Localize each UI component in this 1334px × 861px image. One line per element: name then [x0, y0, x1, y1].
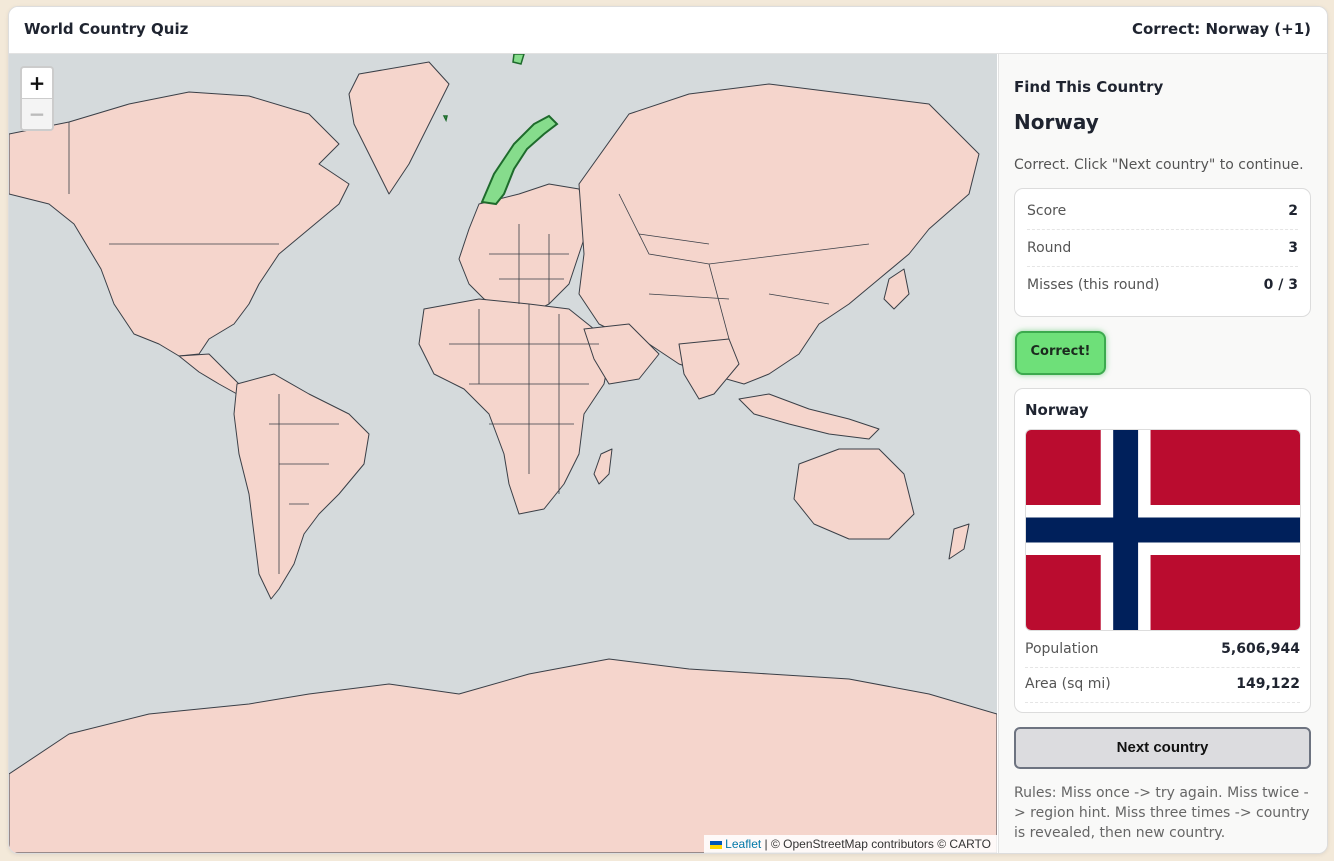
japan — [883, 268, 910, 310]
stats-card: Score 2 Round 3 Misses (this round) 0 / … — [1014, 188, 1311, 317]
country-info-card: Norway Population 5,606,944 Area (sq mi)… — [1014, 388, 1311, 713]
stat-label: Misses (this round) — [1027, 277, 1160, 293]
stat-row-round: Round 3 — [1027, 230, 1298, 267]
app-title: World Country Quiz — [24, 20, 189, 38]
stat-label: Score — [1027, 203, 1067, 219]
indonesia — [738, 393, 880, 440]
svalbard — [512, 54, 525, 65]
population-row: Population 5,606,944 — [1025, 632, 1300, 668]
attribution-text: | © OpenStreetMap contributors © CARTO — [764, 837, 991, 851]
population-value: 5,606,944 — [1221, 641, 1300, 657]
stat-row-misses: Misses (this round) 0 / 3 — [1027, 267, 1298, 303]
jan-mayen — [442, 115, 448, 123]
correct-button[interactable]: Correct! — [1015, 331, 1106, 375]
new-zealand — [948, 523, 970, 560]
area-row: Area (sq mi) 149,122 — [1025, 667, 1300, 703]
africa — [418, 298, 610, 515]
europe — [458, 183, 590, 315]
north-america — [9, 91, 350, 357]
info-country-name: Norway — [1025, 401, 1089, 419]
map-canvas[interactable] — [9, 54, 997, 853]
india — [678, 338, 740, 400]
map-attribution: Leaflet | © OpenStreetMap contributors ©… — [704, 835, 997, 853]
stat-row-score: Score 2 — [1027, 193, 1298, 230]
zoom-in-button[interactable]: + — [22, 68, 52, 99]
rules-text: Rules: Miss once -> try again. Miss twic… — [1014, 785, 1310, 841]
leaflet-link[interactable]: Leaflet — [725, 837, 761, 851]
norway-flag — [1025, 429, 1301, 631]
area-label: Area (sq mi) — [1025, 676, 1111, 692]
world-map[interactable]: + − Leaflet | © OpenStreetMap contributo… — [9, 54, 997, 853]
stat-value: 0 / 3 — [1263, 277, 1298, 293]
south-america — [233, 373, 370, 600]
madagascar — [593, 448, 613, 485]
australia — [793, 448, 915, 540]
population-label: Population — [1025, 641, 1099, 657]
stat-label: Round — [1027, 240, 1072, 256]
feedback-message: Correct. Click "Next country" to continu… — [1014, 157, 1304, 173]
target-country: Norway — [1014, 110, 1099, 134]
antarctica — [9, 658, 997, 853]
find-label: Find This Country — [1014, 78, 1164, 96]
ukraine-flag-icon — [710, 840, 723, 849]
next-country-button[interactable]: Next country — [1014, 727, 1311, 769]
stat-value: 2 — [1288, 203, 1298, 219]
header: World Country Quiz Correct: Norway (+1) — [9, 7, 1327, 54]
greenland — [348, 61, 450, 195]
zoom-out-button[interactable]: − — [22, 99, 52, 129]
area-value: 149,122 — [1236, 676, 1300, 692]
side-panel: Find This Country Norway Correct. Click … — [998, 54, 1327, 853]
quiz-app: World Country Quiz Correct: Norway (+1) — [8, 6, 1328, 854]
stat-value: 3 — [1288, 240, 1298, 256]
zoom-control: + − — [20, 66, 54, 131]
central-america — [178, 353, 245, 395]
result-status: Correct: Norway (+1) — [1131, 20, 1311, 38]
